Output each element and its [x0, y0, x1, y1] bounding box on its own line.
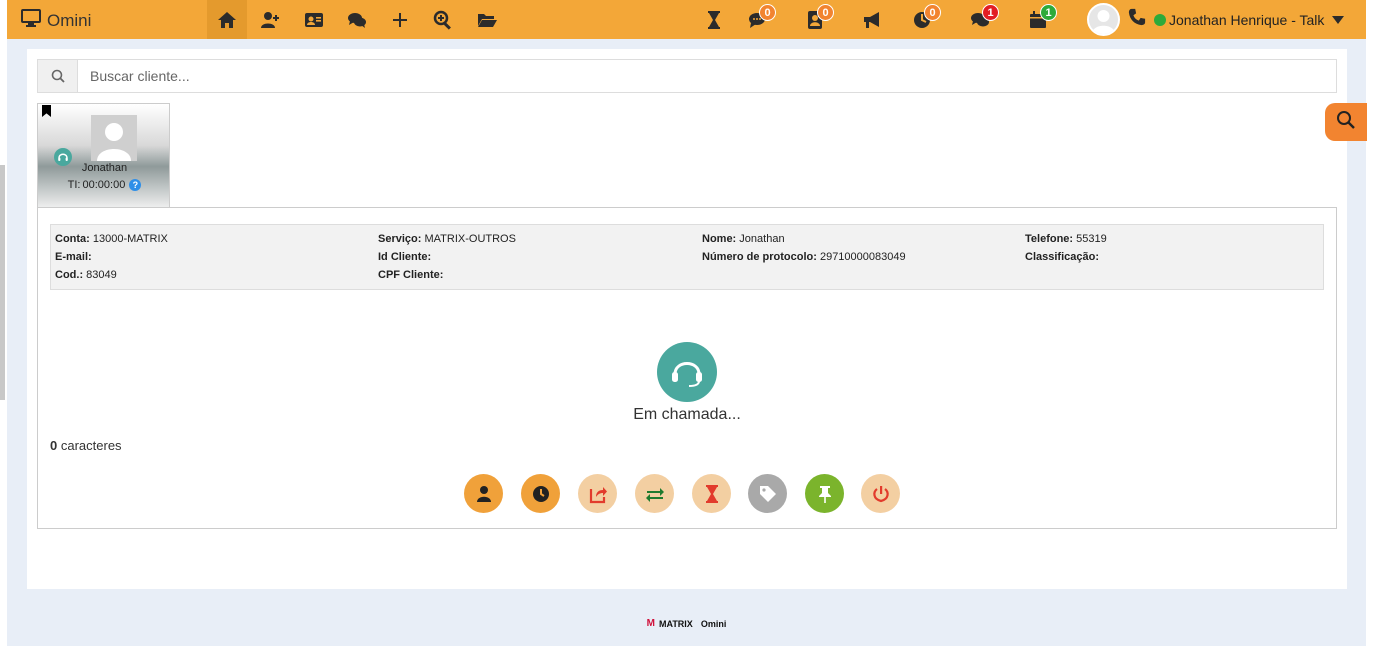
- tag-button[interactable]: [748, 474, 787, 513]
- client-search: [37, 59, 1337, 93]
- timer-label: TI:: [67, 179, 81, 191]
- search-icon: [1336, 110, 1356, 135]
- client-profile-button[interactable]: [464, 474, 503, 513]
- info-protocolo: Número de protocolo: 29710000083049: [702, 251, 906, 263]
- zoom-in-icon[interactable]: [423, 0, 463, 39]
- calendar-badge: 1: [1040, 4, 1057, 21]
- client-card[interactable]: Jonathan TI: 00:00:00 ?: [37, 103, 170, 208]
- char-count: 0: [50, 438, 58, 453]
- client-name: Jonathan: [81, 162, 128, 174]
- calendar-icon[interactable]: 1: [1018, 0, 1058, 39]
- bookmark-icon: [42, 105, 51, 117]
- help-icon[interactable]: ?: [129, 179, 142, 191]
- chat-pending-icon[interactable]: 0: [737, 0, 777, 39]
- timer-value: 00:00:00: [82, 179, 126, 191]
- search-icon[interactable]: [38, 60, 78, 92]
- search-input[interactable]: [78, 60, 1336, 92]
- footer-brand: MATRIX: [658, 618, 693, 629]
- top-navbar: Omini 0 0 0 1 1 Jonathan Henrique - Talk: [7, 0, 1366, 39]
- status-online-dot: [1154, 13, 1166, 26]
- info-email: E-mail:: [55, 251, 92, 263]
- client-timer: TI: 00:00:00 ?: [38, 179, 171, 191]
- caret-down-icon[interactable]: [1332, 11, 1345, 29]
- hourglass-icon[interactable]: [694, 0, 734, 39]
- messages-icon[interactable]: 1: [960, 0, 1000, 39]
- info-conta: Conta: 13000-MATRIX: [55, 233, 168, 245]
- comments-icon[interactable]: [337, 0, 377, 39]
- forward-button[interactable]: [578, 474, 617, 513]
- call-headset-icon: [657, 342, 717, 402]
- plus-icon[interactable]: [380, 0, 420, 39]
- matrix-logo-icon: M: [646, 618, 655, 629]
- end-call-button[interactable]: [861, 474, 900, 513]
- client-photo: [91, 115, 137, 161]
- contact-pending-badge: 0: [817, 4, 834, 21]
- brand[interactable]: Omini: [21, 9, 91, 32]
- info-servico: Serviço: MATRIX-OUTROS: [378, 233, 516, 245]
- char-counter: 0 caracteres: [50, 438, 122, 453]
- info-classificacao: Classificação:: [1025, 251, 1099, 263]
- wait-button[interactable]: [692, 474, 731, 513]
- left-scroll-strip: [0, 0, 7, 646]
- floating-search-button[interactable]: [1325, 103, 1367, 141]
- client-info-box: Conta: 13000-MATRIX Serviço: MATRIX-OUTR…: [50, 224, 1324, 290]
- contact-pending-icon[interactable]: 0: [795, 0, 835, 39]
- user-avatar[interactable]: [1087, 3, 1120, 36]
- user-menu[interactable]: Jonathan Henrique - Talk: [1087, 2, 1345, 37]
- history-button[interactable]: [521, 474, 560, 513]
- home-icon[interactable]: [207, 0, 247, 39]
- info-telefone: Telefone: 55319: [1025, 233, 1107, 245]
- history-pending-badge: 0: [924, 4, 941, 21]
- info-cod: Cod.: 83049: [55, 269, 117, 281]
- monitor-icon: [21, 9, 41, 32]
- chat-pending-badge: 0: [759, 4, 776, 21]
- footer: M MATRIX Omini: [0, 618, 1373, 629]
- messages-unread-badge: 1: [982, 4, 999, 21]
- info-nome: Nome: Jonathan: [702, 233, 785, 245]
- folder-open-icon[interactable]: [467, 0, 507, 39]
- app-title: Omini: [47, 10, 92, 30]
- bullhorn-icon[interactable]: [852, 0, 892, 39]
- call-status: Em chamada...: [633, 406, 741, 423]
- pin-button[interactable]: [805, 474, 844, 513]
- char-label: caracteres: [60, 438, 122, 453]
- page-scrollbar[interactable]: [0, 165, 5, 400]
- footer-product: Omini: [700, 618, 727, 629]
- info-cpf: CPF Cliente:: [378, 269, 444, 281]
- info-idcliente: Id Cliente:: [378, 251, 432, 263]
- phone-icon: [1128, 8, 1146, 31]
- add-user-icon[interactable]: [250, 0, 290, 39]
- id-card-icon[interactable]: [294, 0, 334, 39]
- user-name: Jonathan Henrique - Talk: [1169, 11, 1325, 28]
- history-pending-icon[interactable]: 0: [902, 0, 942, 39]
- transfer-button[interactable]: [635, 474, 674, 513]
